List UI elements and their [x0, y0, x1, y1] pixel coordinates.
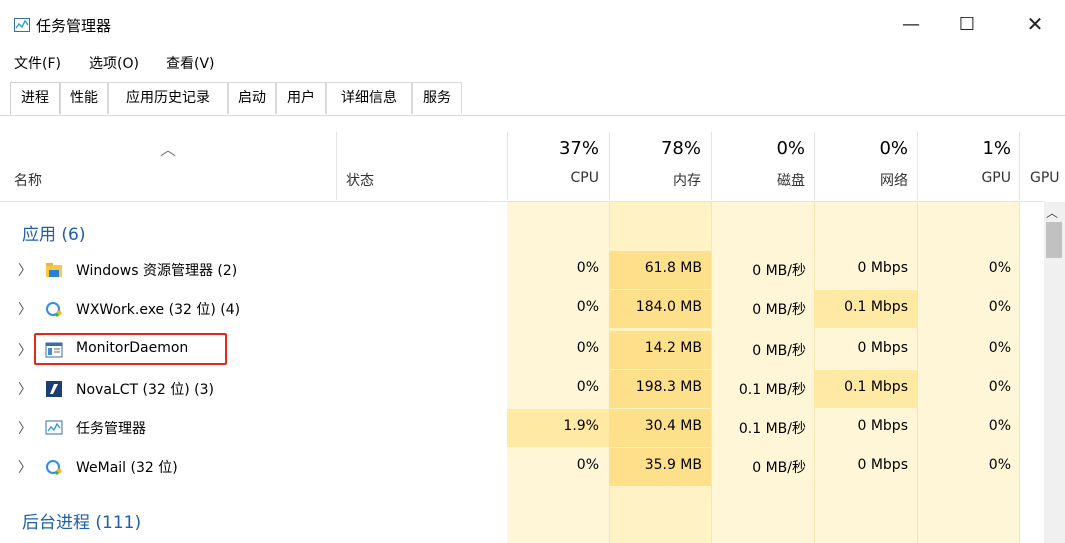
header-cpu[interactable]: CPU: [519, 170, 599, 186]
header-gpu[interactable]: GPU: [931, 170, 1011, 186]
disk-value: 0.1 MB/秒: [738, 382, 806, 398]
wemail-icon: [46, 460, 62, 475]
header-separator[interactable]: [336, 132, 337, 200]
novalct-icon: [46, 381, 62, 397]
tab-app-history[interactable]: 应用历史记录: [108, 82, 228, 114]
header-memory-percent[interactable]: 78%: [621, 138, 701, 159]
group-apps[interactable]: 应用 (6): [22, 220, 85, 245]
cpu-value: 0%: [576, 457, 599, 473]
cpu-value: 1.9%: [563, 418, 599, 434]
process-name: NovaLCT (32 位) (3): [76, 382, 214, 398]
expand-chevron-icon[interactable]: 〉: [18, 457, 32, 477]
gpu-value: 0%: [988, 299, 1011, 315]
memory-value: 30.4 MB: [644, 418, 702, 434]
process-row[interactable]: 〉 WeMail (32 位) 0% 35.9 MB 0 MB/秒 0 Mbps…: [0, 448, 1040, 486]
cpu-value: 0%: [576, 379, 599, 395]
network-value: 0 Mbps: [857, 260, 908, 276]
header-cpu-percent[interactable]: 37%: [519, 138, 599, 159]
cpu-value: 0%: [576, 340, 599, 356]
header-separator[interactable]: [917, 132, 918, 200]
header-name[interactable]: 名称: [14, 170, 42, 190]
process-name: WeMail (32 位): [76, 460, 178, 476]
header-status[interactable]: 状态: [346, 170, 374, 190]
disk-value: 0.1 MB/秒: [738, 421, 806, 437]
process-row[interactable]: 〉 NovaLCT (32 位) (3) 0% 198.3 MB 0.1 MB/…: [0, 370, 1040, 408]
gpu-value: 0%: [988, 379, 1011, 395]
header-disk-percent[interactable]: 0%: [725, 138, 805, 159]
disk-value: 0 MB/秒: [752, 302, 806, 318]
expand-chevron-icon[interactable]: 〉: [18, 260, 32, 280]
header-separator[interactable]: [1019, 132, 1020, 200]
header-divider: [0, 201, 1045, 202]
tab-services[interactable]: 服务: [412, 82, 462, 114]
wxwork-icon: [46, 302, 62, 317]
header-separator[interactable]: [609, 132, 610, 200]
tab-users[interactable]: 用户: [276, 82, 326, 114]
network-value: 0 Mbps: [857, 418, 908, 434]
tab-startup[interactable]: 启动: [228, 82, 276, 114]
tab-details[interactable]: 详细信息: [326, 82, 412, 114]
menu-bar: 文件(F) 选项(O) 查看(V): [0, 48, 1065, 76]
task-manager-icon: [14, 18, 30, 32]
sort-up-icon[interactable]: ︿: [160, 136, 176, 160]
network-value: 0.1 Mbps: [844, 299, 908, 315]
window-title: 任务管理器: [36, 17, 112, 35]
memory-value: 14.2 MB: [644, 340, 702, 356]
tab-bar: 进程 性能 应用历史记录 启动 用户 详细信息 服务: [0, 82, 1065, 116]
minimize-button[interactable]: —: [888, 0, 934, 48]
folder-icon: [46, 263, 62, 277]
cpu-value: 0%: [576, 299, 599, 315]
header-separator[interactable]: [711, 132, 712, 200]
menu-options[interactable]: 选项(O): [89, 53, 139, 73]
memory-value: 61.8 MB: [644, 260, 702, 276]
task-manager-icon: [45, 420, 63, 435]
expand-chevron-icon[interactable]: 〉: [18, 418, 32, 438]
tab-processes[interactable]: 进程: [10, 82, 60, 115]
process-row[interactable]: 〉 任务管理器 1.9% 30.4 MB 0.1 MB/秒 0 Mbps 0%: [0, 409, 1040, 447]
menu-file[interactable]: 文件(F): [14, 53, 61, 73]
header-network-percent[interactable]: 0%: [828, 138, 908, 159]
tab-performance[interactable]: 性能: [60, 82, 108, 114]
gpu-value: 0%: [988, 418, 1011, 434]
header-disk[interactable]: 磁盘: [725, 170, 805, 190]
header-separator[interactable]: [507, 132, 508, 200]
close-button[interactable]: ✕: [1012, 0, 1058, 48]
expand-chevron-icon[interactable]: 〉: [18, 299, 32, 319]
disk-value: 0 MB/秒: [752, 343, 806, 359]
expand-chevron-icon[interactable]: 〉: [18, 379, 32, 399]
header-gpu-engine[interactable]: GPU: [1030, 170, 1065, 186]
title-bar: 任务管理器 — ☐ ✕: [0, 0, 1065, 48]
highlight-box: [34, 333, 227, 365]
network-value: 0 Mbps: [857, 340, 908, 356]
network-value: 0 Mbps: [857, 457, 908, 473]
process-name: WXWork.exe (32 位) (4): [76, 302, 241, 318]
header-network[interactable]: 网络: [828, 170, 908, 190]
process-row[interactable]: 〉 WXWork.exe (32 位) (4) 0% 184.0 MB 0 MB…: [0, 290, 1040, 328]
scroll-up-icon[interactable]: ︿: [1046, 204, 1058, 221]
memory-value: 184.0 MB: [635, 299, 702, 315]
expand-chevron-icon[interactable]: 〉: [18, 340, 32, 360]
header-gpu-percent[interactable]: 1%: [931, 138, 1011, 159]
gpu-value: 0%: [988, 340, 1011, 356]
process-name: 任务管理器: [76, 421, 146, 437]
memory-value: 198.3 MB: [635, 379, 702, 395]
network-value: 0.1 Mbps: [844, 379, 908, 395]
group-background[interactable]: 后台进程 (111): [22, 508, 141, 533]
gpu-value: 0%: [988, 457, 1011, 473]
process-name: Windows 资源管理器 (2): [76, 263, 238, 279]
gpu-value: 0%: [988, 260, 1011, 276]
maximize-button[interactable]: ☐: [944, 0, 990, 48]
menu-view[interactable]: 查看(V): [166, 53, 215, 73]
scroll-thumb[interactable]: [1046, 222, 1062, 258]
header-separator[interactable]: [814, 132, 815, 200]
process-row[interactable]: 〉 Windows 资源管理器 (2) 0% 61.8 MB 0 MB/秒 0 …: [0, 251, 1040, 289]
disk-value: 0 MB/秒: [752, 460, 806, 476]
disk-value: 0 MB/秒: [752, 263, 806, 279]
header-memory[interactable]: 内存: [621, 170, 701, 190]
cpu-value: 0%: [576, 260, 599, 276]
memory-value: 35.9 MB: [644, 457, 702, 473]
